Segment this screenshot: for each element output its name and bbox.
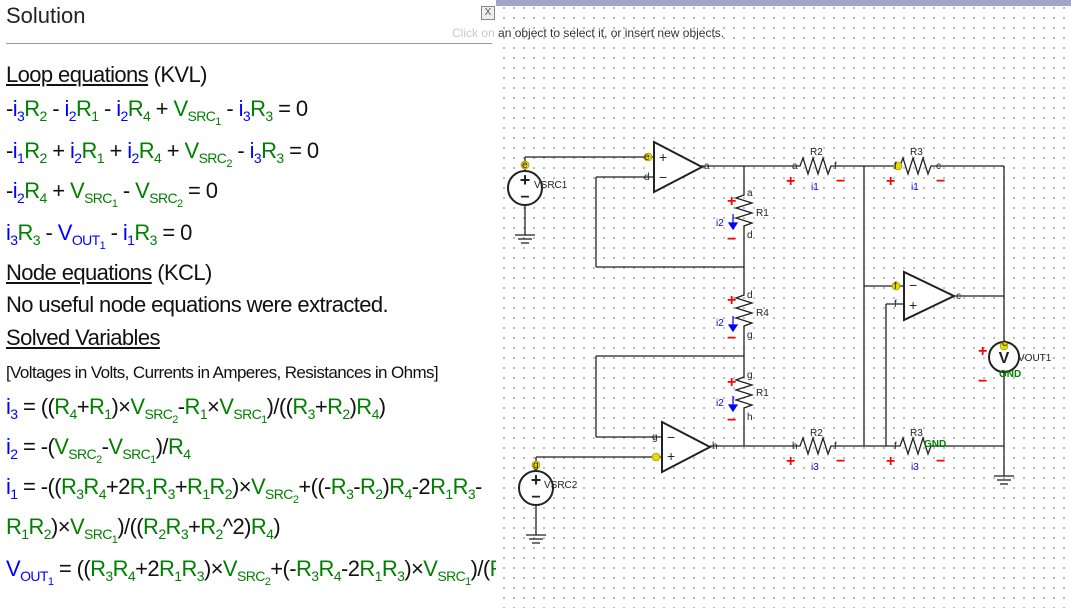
divider: [6, 43, 492, 44]
solved-variables-heading: Solved Variables: [6, 325, 160, 350]
svg-text:−: −: [727, 330, 736, 347]
loop-equation-4: i3R3 - VOUT1 - i1R3 = 0: [6, 220, 192, 252]
node-d3: d: [747, 290, 753, 301]
label-gnd-vout: GND: [999, 369, 1021, 380]
op-amp-3-plus: +: [909, 297, 917, 313]
solved-i2: i2 = -(VSRC2-VSRC1)/R4: [6, 434, 191, 466]
resistor-r2-top: [794, 155, 834, 177]
solved-i1-line-2: R1R2)×VSRC1)/((R2R3+R2^2)R4): [6, 514, 281, 546]
node-g3: g: [652, 432, 658, 443]
label-i2-mid: i2: [716, 318, 724, 329]
label-i1-r3: i1: [911, 182, 919, 193]
solved-i1-line-1: i1 = -((R3R4+2R1R3+R1R2)×VSRC2+((-R3-R2)…: [6, 474, 482, 506]
svg-text:−: −: [727, 231, 736, 248]
node-d2: d: [747, 230, 753, 241]
svg-text:+: +: [520, 170, 531, 190]
svg-text:+: +: [978, 343, 987, 360]
op-amp-2-plus: +: [667, 448, 675, 464]
svg-text:−: −: [531, 489, 540, 506]
loop-equations-heading: Loop equations (KVL): [6, 62, 207, 87]
svg-text:−: −: [727, 412, 736, 429]
svg-text:+: +: [727, 193, 736, 210]
op-amp-1-minus: −: [659, 169, 667, 185]
loop-equation-2: -i1R2 + i2R1 + i2R4 + VSRC2 - i3R3 = 0: [6, 138, 319, 170]
svg-text:+: +: [786, 173, 795, 190]
node-f4: f: [894, 441, 897, 452]
svg-text:V: V: [999, 350, 1010, 367]
svg-text:−: −: [520, 189, 529, 206]
circuit-schematic[interactable]: + − + − V + − − + − + +− +− +− + − + − +…: [496, 0, 1071, 608]
node-f2: f: [894, 161, 897, 172]
node-a2: a: [747, 188, 753, 199]
node-a1: a: [704, 161, 710, 172]
node-f6: f: [894, 299, 897, 310]
resistor-r2-bottom: [794, 435, 834, 457]
label-r1-top: R1: [756, 208, 769, 219]
label-i3-r3: i3: [911, 462, 919, 473]
label-vsrc1: VSRC1: [534, 180, 568, 191]
node-f5: f: [894, 281, 897, 292]
label-r3-bottom: R3: [910, 428, 923, 439]
node-c2: c: [956, 291, 961, 302]
svg-text:+: +: [727, 374, 736, 391]
node-equations-note: No useful node equations were extracted.: [6, 292, 389, 317]
label-vsrc2: VSRC2: [544, 480, 578, 491]
node-h2: h: [712, 441, 718, 452]
op-amp-2-minus: −: [667, 429, 675, 445]
solution-panel: Solution X Loop equations (KVL) -i3R2 - …: [0, 0, 496, 608]
label-r1-bottom: R1: [756, 388, 769, 399]
label-r3-top: R3: [910, 147, 923, 158]
node-h1: h: [747, 412, 753, 423]
solution-title: Solution: [6, 3, 86, 28]
node-h3: h: [792, 441, 798, 452]
label-i1-r2: i1: [811, 182, 819, 193]
label-gnd-r3: GND: [924, 439, 946, 450]
svg-text:+: +: [727, 292, 736, 309]
close-button[interactable]: X: [481, 6, 495, 20]
svg-text:−: −: [836, 173, 845, 190]
loop-equation-1: -i3R2 - i2R1 - i2R4 + VSRC1 - i3R3 = 0: [6, 96, 308, 128]
svg-text:+: +: [886, 173, 895, 190]
node-e2: e: [644, 152, 650, 163]
label-i2-top: i2: [716, 218, 724, 229]
svg-text:+: +: [531, 470, 542, 490]
label-i3-r2: i3: [811, 462, 819, 473]
node-d1: d: [644, 172, 650, 183]
label-vout1: VOUT1: [1018, 353, 1052, 364]
node-a3: a: [792, 161, 798, 172]
solved-i3: i3 = ((R4+R1)×VSRC2-R1×VSRC1)/((R3+R2)R4…: [6, 394, 386, 426]
label-r2-bottom: R2: [810, 428, 823, 439]
units-note: [Voltages in Volts, Currents in Amperes,…: [6, 363, 439, 382]
label-r4: R4: [756, 308, 769, 319]
label-r2-top: R2: [810, 147, 823, 158]
svg-text:−: −: [936, 173, 945, 190]
svg-text:−: −: [978, 373, 987, 390]
node-equations-heading: Node equations (KCL): [6, 260, 212, 285]
op-amp-1-plus: +: [659, 149, 667, 165]
svg-text:+: +: [886, 453, 895, 470]
node-g2: g: [747, 370, 753, 381]
op-amp-3-minus: −: [909, 277, 917, 293]
svg-text:+: +: [786, 453, 795, 470]
node-f3: f: [834, 441, 837, 452]
node-c3: c: [1002, 338, 1007, 349]
node-c1: c: [936, 161, 941, 172]
node-g4: g: [533, 460, 539, 471]
node-f1: f: [834, 161, 837, 172]
label-i2-bottom: i2: [716, 398, 724, 409]
solved-vout1: VOUT1 = ((R3R4+2R1R3)×VSRC2+(-R3R4-2R1R3…: [6, 556, 496, 588]
svg-text:−: −: [936, 453, 945, 470]
loop-equation-3: -i2R4 + VSRC1 - VSRC2 = 0: [6, 178, 218, 210]
svg-text:−: −: [836, 453, 845, 470]
node-g1: g: [747, 330, 753, 341]
node-e1: e: [522, 160, 528, 171]
